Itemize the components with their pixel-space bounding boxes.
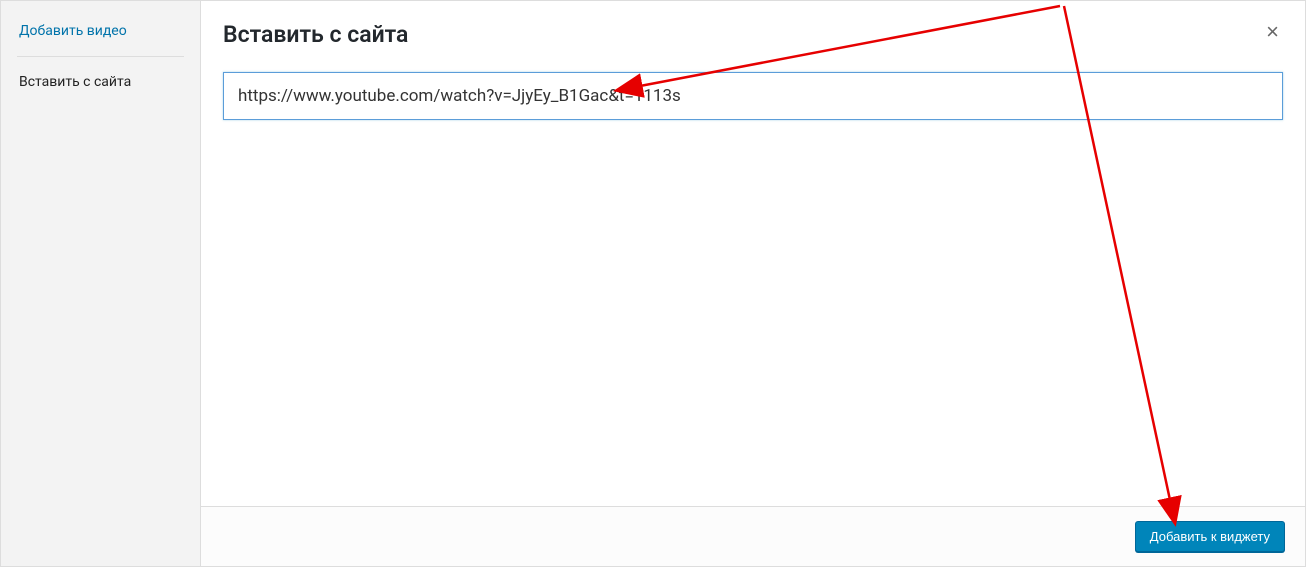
page-title: Вставить с сайта bbox=[223, 21, 408, 48]
url-input[interactable] bbox=[223, 72, 1283, 120]
sidebar-divider bbox=[17, 56, 184, 57]
sidebar-item-insert-from-site[interactable]: Вставить с сайта bbox=[1, 62, 200, 102]
add-to-widget-button[interactable]: Добавить к виджету bbox=[1135, 521, 1285, 552]
close-icon: × bbox=[1266, 19, 1279, 44]
main-header: Вставить с сайта × bbox=[201, 1, 1305, 60]
main-footer: Добавить к виджету bbox=[201, 506, 1305, 566]
sidebar-item-add-video[interactable]: Добавить видео bbox=[1, 11, 200, 51]
close-button[interactable]: × bbox=[1262, 21, 1283, 43]
main-body bbox=[201, 60, 1305, 506]
main-panel: Вставить с сайта × Добавить к виджету bbox=[201, 1, 1305, 566]
sidebar: Добавить видео Вставить с сайта bbox=[1, 1, 201, 566]
